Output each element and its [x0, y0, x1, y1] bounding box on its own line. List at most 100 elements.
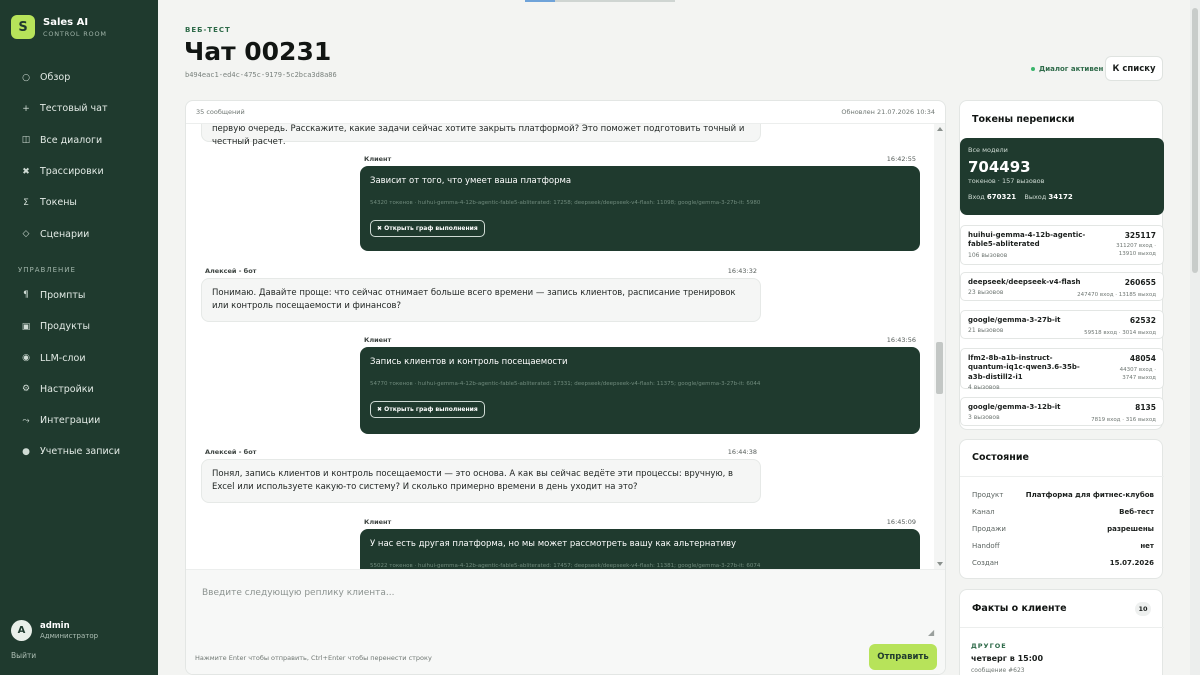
nav-item-label: LLM-слои	[40, 352, 86, 364]
facts-title: Факты о клиенте	[972, 603, 1067, 614]
facts-count-badge: 10	[1135, 602, 1151, 616]
nav-item-accounts[interactable]: ● Учетные записи	[0, 436, 158, 467]
model-calls: 4 вызовов	[968, 384, 1000, 392]
message-author: Алексей - бот	[205, 267, 257, 275]
diamond-icon: ◇	[22, 229, 30, 240]
open-graph-button[interactable]: ✖ Открыть граф выполнения	[370, 401, 485, 418]
message-client: Зависит от того, что умеет ваша платформ…	[360, 166, 920, 251]
nav-item-label: Сценарии	[40, 228, 90, 240]
scroll-down-icon[interactable]	[937, 562, 943, 566]
nav-item-scenarios[interactable]: ◇ Сценарии	[0, 218, 158, 249]
message-author: Клиент	[364, 155, 392, 163]
nav-item-integrations[interactable]: ⤳ Интеграции	[0, 405, 158, 436]
model-name: huihui-gemma-4-12b-agentic-fable5-ablite…	[968, 231, 1086, 249]
model-out: 3747 выход	[1122, 375, 1156, 382]
send-button[interactable]: Отправить	[869, 644, 937, 670]
message-time: 16:42:55	[886, 155, 916, 163]
nav-item-label: Продукты	[40, 321, 90, 333]
brand-logo-icon: S	[11, 15, 35, 39]
nav-item-label: Учетные записи	[40, 446, 121, 458]
nav-item-settings[interactable]: ⚙ Настройки	[0, 374, 158, 405]
top-progress-fill	[525, 0, 555, 2]
logout-link[interactable]: Выйти	[11, 651, 36, 660]
model-total: 8135	[1135, 403, 1156, 412]
resize-grip-icon[interactable]: ◢	[928, 628, 934, 637]
nav-item-tokens[interactable]: Σ Токены	[0, 187, 158, 218]
state-row-product: Продукт Платформа для фитнес-клубов	[972, 491, 1154, 499]
nav-item-overview[interactable]: ○ Обзор	[0, 62, 158, 93]
model-total: 260655	[1124, 278, 1156, 287]
state-value: Веб-тест	[1119, 508, 1154, 516]
message-text: Зависит от того, что умеет ваша платформ…	[370, 176, 572, 186]
model-row: google/gemma-3-27b-it 21 вызовов 62532 5…	[960, 310, 1164, 339]
user-profile[interactable]: A admin Администратор	[11, 620, 98, 641]
accounts-icon: ●	[22, 446, 30, 457]
message-text: Запись клиентов и контроль посещаемости	[370, 357, 568, 367]
output-label: Выход	[1024, 193, 1047, 201]
message-text: Понял, запись клиентов и контроль посеща…	[212, 469, 734, 493]
avatar: A	[11, 620, 32, 641]
brand-title: Sales AI	[43, 16, 89, 28]
nav-item-prompts[interactable]: ¶ Промпты	[0, 280, 158, 311]
status-badge: Диалог активен	[1031, 65, 1103, 73]
chat-scrollbar[interactable]	[934, 124, 945, 569]
message-bot-partial: первую очередь. Расскажите, какие задачи…	[201, 124, 761, 147]
brand-subtitle: CONTROL ROOM	[43, 29, 107, 38]
tokens-total: 704493	[968, 158, 1031, 176]
scroll-up-icon[interactable]	[937, 127, 943, 131]
integration-icon: ⤳	[22, 415, 30, 426]
model-io: 247470 вход · 13185 выход	[1077, 291, 1156, 299]
nav-item-llm-layers[interactable]: ◉ LLM-слои	[0, 342, 158, 373]
page-scroll-thumb[interactable]	[1192, 8, 1198, 273]
nav-item-all-dialogs[interactable]: ◫ Все диалоги	[0, 125, 158, 156]
state-row-handoff: Handoff нет	[972, 542, 1154, 550]
scroll-thumb[interactable]	[936, 342, 943, 394]
nav-item-label: Все диалоги	[40, 134, 103, 146]
model-row: google/gemma-3-12b-it 3 вызовов 8135 781…	[960, 397, 1164, 426]
message-time: 16:44:38	[727, 448, 757, 456]
message-tokens: 54770 токенов · huihui-gemma-4-12b-agent…	[370, 381, 761, 387]
chat-panel: 35 сообщений Обновлен 21.07.2026 10:34 п…	[185, 100, 946, 675]
pilcrow-icon: ¶	[23, 290, 29, 301]
state-title: Состояние	[972, 452, 1029, 463]
message-text: первую очередь. Расскажите, какие задачи…	[212, 124, 745, 148]
message-time: 16:43:56	[886, 336, 916, 344]
nav-item-traces[interactable]: ✖ Трассировки	[0, 156, 158, 187]
model-name: google/gemma-3-12b-it	[968, 403, 1061, 411]
tokens-title: Токены переписки	[972, 114, 1075, 125]
nav-item-test-chat[interactable]: + Тестовый чат	[0, 93, 158, 124]
tokens-io: Вход 670321 Выход 34172	[968, 193, 1156, 201]
chat-header: 35 сообщений Обновлен 21.07.2026 10:34	[186, 101, 945, 124]
page-scrollbar[interactable]	[1190, 0, 1200, 675]
nav-item-products[interactable]: ▣ Продукты	[0, 311, 158, 342]
user-name: admin	[40, 621, 70, 631]
state-row-channel: Канал Веб-тест	[972, 508, 1154, 516]
open-graph-button[interactable]: ✖ Открыть граф выполнения	[370, 220, 485, 237]
model-total: 325117	[1124, 231, 1156, 240]
state-key: Канал	[972, 508, 995, 516]
message-client: Запись клиентов и контроль посещаемости …	[360, 347, 920, 434]
message-time: 16:45:09	[886, 518, 916, 526]
message-bot: Понимаю. Давайте проще: что сейчас отним…	[201, 278, 761, 323]
message-author: Алексей - бот	[205, 448, 257, 456]
divider	[960, 476, 1164, 477]
model-in: 59518 вход · 3014 выход	[1084, 330, 1156, 336]
model-name: lfm2-8b-a1b-instruct-quantum-iq1c-qwen3.…	[968, 354, 1080, 381]
brand[interactable]: S Sales AI CONTROL ROOM	[11, 15, 107, 39]
state-key: Продукт	[972, 491, 1004, 499]
state-value: 15.07.2026	[1109, 559, 1154, 567]
model-in: 44307 вход ·	[1119, 367, 1156, 373]
model-name: google/gemma-3-27b-it	[968, 316, 1061, 324]
box-icon: ▣	[21, 321, 31, 332]
state-key: Продажи	[972, 525, 1006, 533]
nav-item-label: Промпты	[40, 289, 86, 301]
back-to-list-button[interactable]: К списку	[1105, 56, 1163, 81]
message-list[interactable]: первую очередь. Расскажите, какие задачи…	[186, 124, 936, 569]
message-meta: Клиент 16:42:55	[364, 155, 916, 163]
composer: ◢ Нажмите Enter чтобы отправить, Ctrl+En…	[186, 569, 945, 674]
state-key: Handoff	[972, 542, 1000, 550]
composer-hint: Нажмите Enter чтобы отправить, Ctrl+Ente…	[195, 654, 432, 662]
tokens-total-calls: токенов · 157 вызовов	[968, 177, 1045, 185]
message-meta: Клиент 16:43:56	[364, 336, 916, 344]
message-input[interactable]	[194, 578, 939, 643]
